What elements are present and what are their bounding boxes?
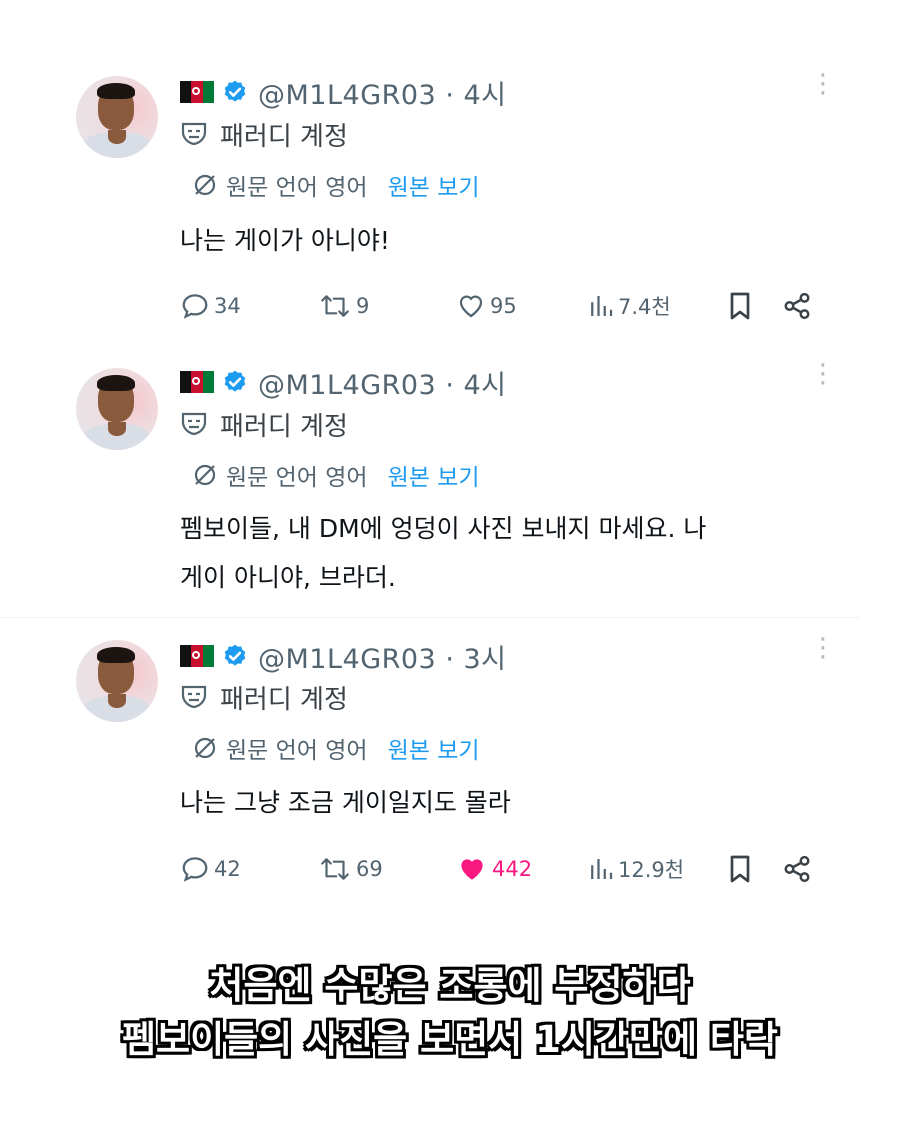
reply-button[interactable]: 42	[180, 852, 241, 886]
globe-slash-icon	[194, 174, 216, 196]
repost-button[interactable]: 9	[318, 289, 369, 323]
tweet-header: @M1L4GR03 · 3시	[180, 640, 507, 675]
show-original-link[interactable]: 원본 보기	[388, 731, 480, 765]
views-chart-icon	[591, 296, 613, 316]
reply-count: 34	[214, 294, 241, 318]
views-button[interactable]: 7.4천	[588, 289, 671, 323]
parody-account-text: 패러디 계정	[220, 684, 348, 715]
reply-icon	[182, 857, 208, 882]
repost-icon	[321, 295, 349, 317]
translation-row: 원문 언어 영어 원본 보기	[192, 458, 480, 492]
avatar[interactable]	[76, 76, 158, 158]
like-button[interactable]: 442	[456, 852, 532, 886]
parody-label: 패러디 계정	[180, 681, 348, 715]
bookmark-button[interactable]	[726, 852, 758, 886]
like-count: 95	[490, 294, 517, 318]
tweet-text: 나는 게이가 아니야!	[180, 226, 390, 255]
share-icon	[784, 855, 810, 883]
verified-badge-icon	[224, 80, 246, 102]
share-icon	[784, 292, 810, 320]
parody-mask-icon	[181, 685, 207, 709]
afghanistan-flag-icon	[180, 645, 214, 667]
divider	[0, 617, 860, 618]
tweet-header: @M1L4GR03 · 4시	[180, 366, 507, 401]
tweet-text-line: 펨보이들, 내 DM에 엉덩이 사진 보내지 마세요. 나	[180, 514, 707, 543]
globe-slash-icon	[194, 464, 216, 486]
views-button[interactable]: 12.9천	[588, 852, 684, 886]
translation-row: 원문 언어 영어 원본 보기	[192, 731, 480, 765]
tweet-text: 펨보이들, 내 DM에 엉덩이 사진 보내지 마세요. 나 게이 아니야, 브라…	[180, 504, 820, 602]
more-options-icon[interactable]: ⋮	[810, 635, 836, 661]
afghanistan-flag-icon	[180, 371, 214, 393]
avatar[interactable]	[76, 368, 158, 450]
bookmark-button[interactable]	[726, 289, 758, 323]
more-options-icon[interactable]: ⋮	[810, 71, 836, 97]
show-original-link[interactable]: 원본 보기	[388, 168, 480, 202]
bookmark-icon	[730, 292, 750, 320]
share-button[interactable]	[782, 289, 816, 323]
afghanistan-flag-icon	[180, 81, 214, 103]
source-language-text: 원문 언어 영어	[226, 465, 368, 491]
parody-mask-icon	[181, 412, 207, 436]
share-button[interactable]	[782, 852, 816, 886]
views-count: 7.4천	[618, 295, 671, 319]
repost-count: 9	[356, 294, 370, 318]
like-button[interactable]: 95	[456, 289, 517, 323]
repost-count: 69	[356, 857, 383, 881]
tweet-text-line: 게이 아니야, 브라더.	[180, 563, 396, 592]
reply-count: 42	[214, 857, 241, 881]
views-chart-icon	[591, 859, 613, 879]
handle-timestamp[interactable]: @M1L4GR03 · 3시	[258, 637, 507, 676]
like-count: 442	[492, 857, 533, 881]
repost-button[interactable]: 69	[318, 852, 383, 886]
more-options-icon[interactable]: ⋮	[810, 361, 836, 387]
tweet-text: 나는 그냥 조금 게이일지도 몰라	[180, 788, 511, 817]
parody-mask-icon	[181, 122, 207, 146]
handle-timestamp[interactable]: @M1L4GR03 · 4시	[258, 363, 507, 402]
heart-icon	[459, 295, 483, 318]
caption-line-1: 처음엔 수많은 조롱에 부정하다	[209, 964, 691, 1007]
parody-account-text: 패러디 계정	[220, 411, 348, 442]
parody-label: 패러디 계정	[180, 408, 348, 442]
verified-badge-icon	[224, 370, 246, 392]
caption-line-2: 펨보이들의 사진을 보면서 1시간만에 타락	[122, 1018, 778, 1061]
tweet-actions: 42 69 442 12.9천	[180, 852, 820, 886]
tweet-header: @M1L4GR03 · 4시	[180, 76, 507, 111]
bookmark-icon	[730, 855, 750, 883]
show-original-link[interactable]: 원본 보기	[388, 458, 480, 492]
verified-badge-icon	[224, 644, 246, 666]
source-language-text: 원문 언어 영어	[226, 738, 368, 764]
handle-timestamp[interactable]: @M1L4GR03 · 4시	[258, 73, 507, 112]
tweet-actions: 34 9 95 7.4천	[180, 289, 820, 323]
translation-row: 원문 언어 영어 원본 보기	[192, 168, 480, 202]
views-count: 12.9천	[618, 858, 685, 882]
repost-icon	[321, 858, 349, 880]
parody-label: 패러디 계정	[180, 118, 348, 152]
heart-icon	[461, 859, 483, 880]
globe-slash-icon	[194, 737, 216, 759]
reply-icon	[182, 294, 208, 319]
avatar[interactable]	[76, 640, 158, 722]
reply-button[interactable]: 34	[180, 289, 241, 323]
parody-account-text: 패러디 계정	[220, 121, 348, 152]
source-language-text: 원문 언어 영어	[226, 175, 368, 201]
